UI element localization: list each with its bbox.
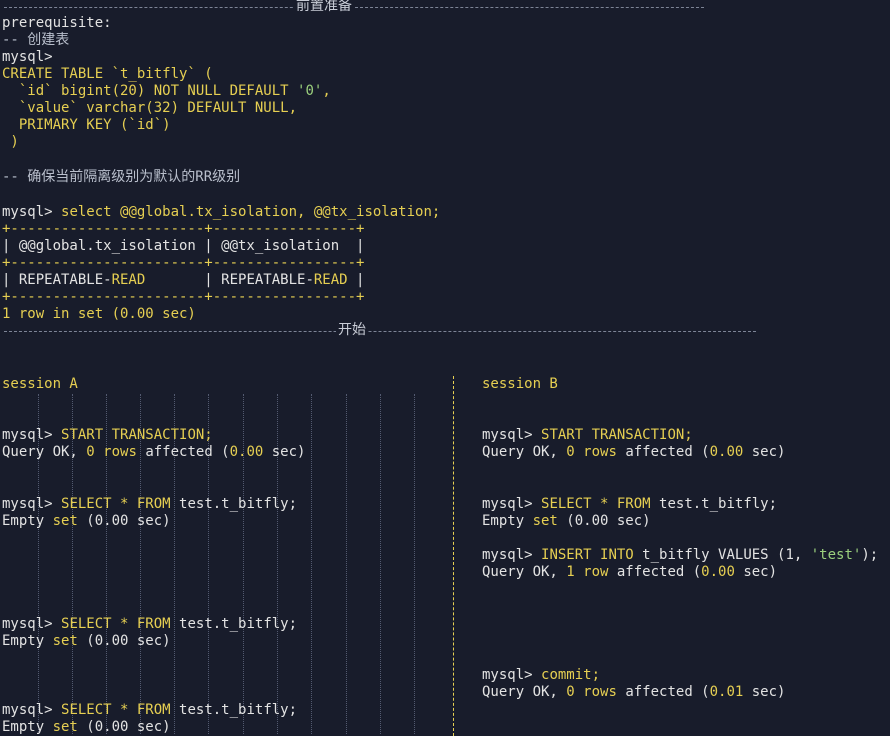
guide-line bbox=[414, 394, 415, 734]
row-count-line: 1 row in set (0.00 sec) bbox=[2, 306, 196, 322]
session-a-select-1: mysql> SELECT * FROM test.t_bitfly; bbox=[2, 496, 298, 512]
session-divider bbox=[453, 376, 454, 736]
session-b-commit: mysql> commit; bbox=[482, 667, 601, 683]
result-table-header: | @@global.tx_isolation | @@tx_isolation… bbox=[2, 238, 365, 254]
session-a-empty-3: Empty set (0.00 sec) bbox=[2, 719, 171, 735]
separator-line-top bbox=[4, 7, 704, 8]
session-b-start-transaction: mysql> START TRANSACTION; bbox=[482, 427, 693, 443]
guide-line bbox=[346, 394, 347, 734]
mysql-prompt: mysql> bbox=[2, 49, 53, 65]
session-a-label: session A bbox=[2, 376, 78, 392]
create-table-line-1: CREATE TABLE `t_bitfly` ( bbox=[2, 66, 213, 82]
result-table-border-top: +-----------------------+---------------… bbox=[2, 221, 365, 237]
create-table-line-3: `value` varchar(32) DEFAULT NULL, bbox=[2, 100, 298, 116]
prereq-title: prerequisite: bbox=[2, 15, 112, 31]
session-b-query-ok: Query OK, 0 rows affected (0.00 sec) bbox=[482, 444, 786, 460]
guide-line bbox=[311, 394, 312, 734]
separator-label-prereq: 前置准备 bbox=[294, 0, 354, 15]
result-table-border-bottom: +-----------------------+---------------… bbox=[2, 289, 365, 305]
separator-line-start bbox=[4, 331, 756, 332]
guide-line bbox=[380, 394, 381, 734]
session-a-empty-2: Empty set (0.00 sec) bbox=[2, 633, 171, 649]
session-a-query-ok: Query OK, 0 rows affected (0.00 sec) bbox=[2, 444, 306, 460]
comment-create-table: -- 创建表 bbox=[2, 32, 70, 48]
result-table-row: | REPEATABLE-READ | REPEATABLE-READ | bbox=[2, 272, 365, 288]
terminal-window[interactable]: 前置准备 prerequisite: -- 创建表 mysql> CREATE … bbox=[0, 0, 890, 736]
session-a-select-2: mysql> SELECT * FROM test.t_bitfly; bbox=[2, 616, 298, 632]
session-b-insert: mysql> INSERT INTO t_bitfly VALUES (1, '… bbox=[482, 547, 879, 563]
create-table-line-2: `id` bigint(20) NOT NULL DEFAULT '0', bbox=[2, 83, 331, 99]
result-table-border-mid: +-----------------------+---------------… bbox=[2, 255, 365, 271]
comment-rr-level: -- 确保当前隔离级别为默认的RR级别 bbox=[2, 169, 241, 185]
session-b-label: session B bbox=[482, 376, 558, 392]
session-a-select-3: mysql> SELECT * FROM test.t_bitfly; bbox=[2, 702, 298, 718]
select-isolation-command: mysql> select @@global.tx_isolation, @@t… bbox=[2, 204, 441, 220]
create-table-line-4: PRIMARY KEY (`id`) bbox=[2, 117, 171, 133]
session-b-commit-ok: Query OK, 0 rows affected (0.01 sec) bbox=[482, 684, 786, 700]
session-b-empty: Empty set (0.00 sec) bbox=[482, 513, 651, 529]
separator-label-start: 开始 bbox=[336, 322, 368, 339]
session-a-start-transaction: mysql> START TRANSACTION; bbox=[2, 427, 213, 443]
session-b-insert-ok: Query OK, 1 row affected (0.00 sec) bbox=[482, 564, 778, 580]
session-b-select: mysql> SELECT * FROM test.t_bitfly; bbox=[482, 496, 778, 512]
session-a-empty-1: Empty set (0.00 sec) bbox=[2, 513, 171, 529]
create-table-line-5: ) bbox=[2, 134, 19, 150]
